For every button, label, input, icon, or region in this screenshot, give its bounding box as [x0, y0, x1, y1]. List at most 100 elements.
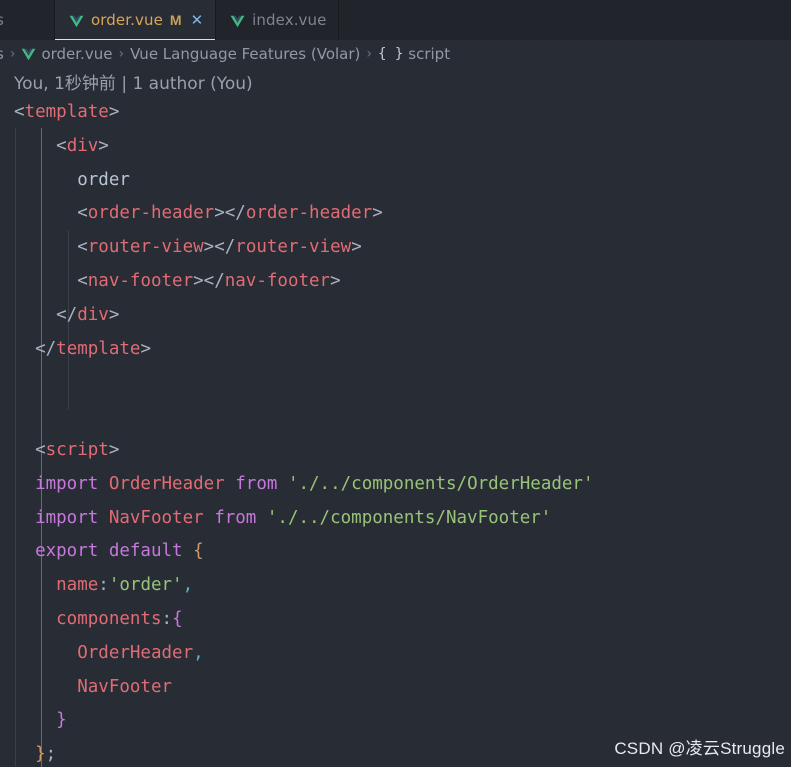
- code-token: ></: [214, 203, 246, 224]
- breadcrumb: s › order.vue › Vue Language Features (V…: [0, 40, 791, 67]
- code-token: nav-footer: [87, 270, 194, 291]
- code-token: ,: [182, 575, 194, 596]
- tab-order-vue[interactable]: order.vue M ✕: [55, 0, 217, 40]
- code-token: >: [108, 439, 120, 460]
- code-token: router-view: [235, 237, 352, 258]
- code-token: './../components/OrderHeader': [287, 473, 594, 494]
- code-token: >: [330, 270, 341, 291]
- breadcrumb-item-symbol[interactable]: { } script: [377, 45, 451, 63]
- code-token: NavFooter: [108, 507, 204, 528]
- tab-label: index.vue: [252, 11, 327, 29]
- code-token: >: [372, 203, 383, 224]
- code-line[interactable]: name:'order',: [0, 569, 791, 603]
- code-token: template: [24, 102, 109, 122]
- vscode-editor-window: s order.vue M ✕ index.vue: [0, 0, 791, 767]
- code-token: ,: [193, 642, 204, 663]
- code-token: name: [14, 575, 99, 596]
- code-token: div: [66, 135, 99, 156]
- tab-index-vue[interactable]: index.vue: [216, 0, 340, 40]
- code-editor[interactable]: <template> <div> order <order-header></o…: [0, 95, 791, 767]
- code-line[interactable]: };: [0, 738, 791, 767]
- breadcrumb-label: s: [0, 45, 4, 63]
- vue-icon: [21, 47, 36, 61]
- code-token: script: [45, 439, 109, 460]
- breadcrumb-label: Vue Language Features (Volar): [130, 44, 361, 63]
- close-icon[interactable]: ✕: [191, 13, 204, 28]
- code-token: ;: [45, 744, 57, 765]
- code-token: <: [14, 439, 46, 460]
- code-line[interactable]: <router-view></router-view>: [0, 231, 791, 265]
- editor-tab-bar: s order.vue M ✕ index.vue: [0, 0, 791, 40]
- code-token: :: [161, 608, 173, 629]
- code-token: ></: [193, 270, 225, 291]
- code-token: template: [56, 338, 141, 359]
- code-line[interactable]: [0, 366, 791, 400]
- tab-modified-badge: M: [169, 12, 182, 28]
- code-line[interactable]: <template>: [0, 96, 791, 130]
- breadcrumb-item-file[interactable]: order.vue: [20, 45, 113, 63]
- code-token: 'order': [108, 575, 183, 596]
- code-line[interactable]: export default {: [0, 535, 791, 569]
- code-token: OrderHeader: [108, 473, 225, 494]
- code-line[interactable]: [0, 400, 791, 434]
- tab-label: order.vue: [91, 11, 163, 29]
- code-token: :: [98, 575, 109, 596]
- tab-overflow-partial[interactable]: s: [0, 0, 55, 40]
- tab-overflow-label: s: [0, 11, 4, 29]
- code-token: nav-footer: [224, 270, 331, 291]
- code-token: <: [14, 135, 67, 156]
- tab-bar-empty-space: [339, 0, 791, 40]
- chevron-right-icon: ›: [118, 45, 125, 62]
- code-token: order-header: [87, 203, 215, 224]
- code-line[interactable]: NavFooter: [0, 671, 791, 705]
- code-line[interactable]: components:{: [0, 603, 791, 637]
- code-line[interactable]: <order-header></order-header>: [0, 197, 791, 231]
- code-token: order: [14, 169, 130, 190]
- code-line[interactable]: }: [0, 704, 791, 738]
- code-line[interactable]: <script>: [0, 434, 791, 468]
- code-token: <: [14, 102, 25, 122]
- code-token: <: [14, 237, 88, 258]
- code-line[interactable]: OrderHeader,: [0, 637, 791, 671]
- chevron-right-icon: ›: [9, 45, 16, 62]
- code-token: OrderHeader: [14, 642, 194, 663]
- code-token: router-view: [87, 237, 204, 258]
- code-lines: <template> <div> order <order-header></o…: [0, 95, 791, 767]
- code-token: >: [140, 338, 151, 359]
- code-token: div: [77, 304, 109, 325]
- breadcrumb-label: order.vue: [41, 44, 113, 63]
- code-token: <: [14, 203, 88, 224]
- code-token: import: [14, 507, 109, 528]
- code-token: NavFooter: [14, 676, 173, 697]
- code-token: >: [108, 102, 120, 122]
- code-token: >: [98, 135, 109, 156]
- code-line[interactable]: <div>: [0, 130, 791, 164]
- code-token: from: [203, 507, 267, 528]
- breadcrumb-label: script: [408, 44, 451, 63]
- code-token: >: [108, 304, 120, 325]
- git-blame-text: You, 1秒钟前 | 1 author (You): [14, 73, 253, 94]
- code-line[interactable]: order: [0, 164, 791, 198]
- code-token: from: [224, 473, 288, 494]
- code-token: >: [351, 237, 362, 258]
- vue-icon: [69, 14, 84, 27]
- code-line[interactable]: <nav-footer></nav-footer>: [0, 265, 791, 299]
- git-blame-header: You, 1秒钟前 | 1 author (You): [0, 67, 791, 95]
- chevron-right-icon: ›: [366, 45, 372, 62]
- code-token: <: [14, 270, 88, 291]
- code-token: ></: [203, 237, 236, 258]
- code-line[interactable]: import NavFooter from './../components/N…: [0, 502, 791, 536]
- code-token: import: [14, 473, 109, 494]
- code-token: export default: [14, 541, 194, 562]
- breadcrumb-item-language[interactable]: Vue Language Features (Volar): [129, 45, 361, 63]
- code-token: </: [14, 304, 78, 325]
- vue-icon: [230, 14, 245, 27]
- code-token: }: [14, 744, 46, 765]
- code-line[interactable]: import OrderHeader from './../components…: [0, 468, 791, 502]
- code-token: }: [14, 710, 67, 731]
- code-token: order-header: [245, 203, 373, 224]
- code-line[interactable]: </template>: [0, 333, 791, 367]
- code-token: components: [14, 608, 162, 629]
- code-line[interactable]: </div>: [0, 299, 791, 333]
- code-token: {: [193, 541, 204, 562]
